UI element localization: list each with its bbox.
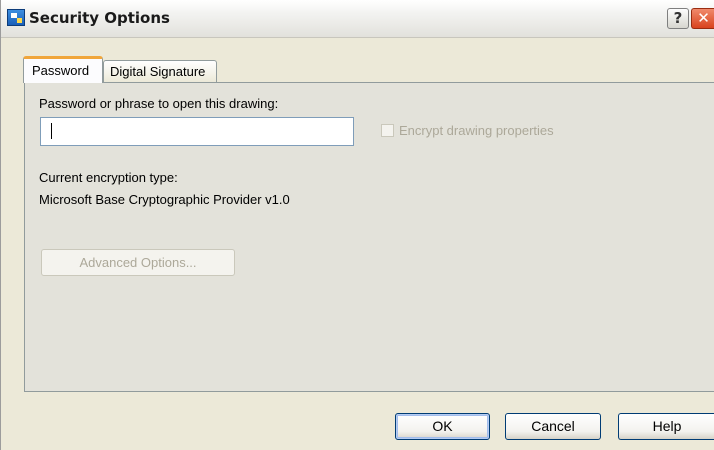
tab-digital-signature[interactable]: Digital Signature <box>103 60 217 82</box>
text-caret <box>51 123 52 139</box>
security-options-dialog: Security Options ? ✕ Password Digital Si… <box>0 0 714 450</box>
help-button[interactable]: Help <box>618 413 714 440</box>
tab-password[interactable]: Password <box>23 56 103 83</box>
title-bar[interactable]: Security Options ? ✕ <box>1 0 714 38</box>
password-label: Password or phrase to open this drawing: <box>39 96 279 111</box>
close-icon[interactable]: ✕ <box>691 8 714 29</box>
encryption-provider-value: Microsoft Base Cryptographic Provider v1… <box>39 192 290 207</box>
ok-button[interactable]: OK <box>395 413 490 440</box>
encryption-type-label: Current encryption type: <box>39 170 178 185</box>
window-title: Security Options <box>29 9 170 27</box>
app-icon <box>7 9 25 26</box>
help-icon[interactable]: ? <box>667 8 689 29</box>
cancel-button[interactable]: Cancel <box>505 413 601 440</box>
encrypt-properties-checkbox[interactable] <box>381 124 394 137</box>
password-input[interactable] <box>40 117 354 146</box>
encrypt-properties-label: Encrypt drawing properties <box>399 123 554 138</box>
password-tab-panel: Password or phrase to open this drawing:… <box>24 82 714 392</box>
advanced-options-button[interactable]: Advanced Options... <box>41 249 235 276</box>
